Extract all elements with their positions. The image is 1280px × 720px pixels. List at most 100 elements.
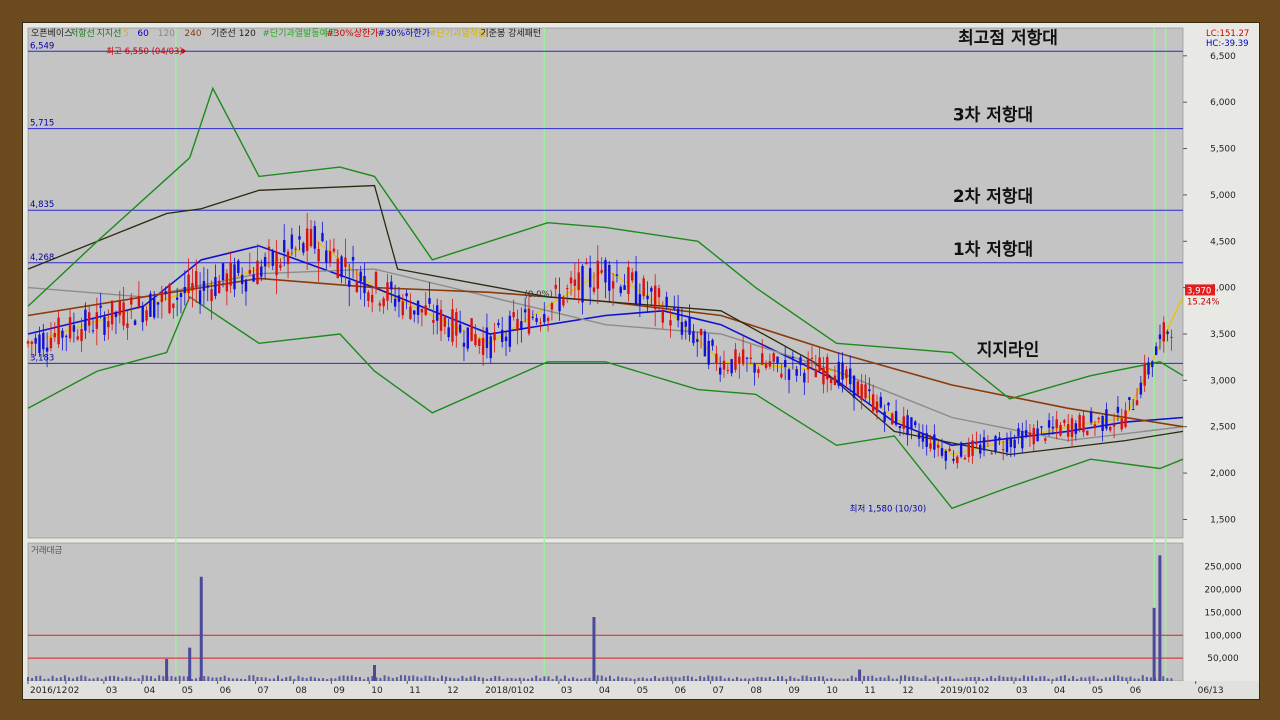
volume-bar xyxy=(895,678,898,681)
x-tick-label: 10 xyxy=(371,686,383,696)
candle-body xyxy=(225,273,229,292)
volume-bar xyxy=(1125,677,1128,681)
x-tick-label: 09 xyxy=(788,686,800,696)
volume-bar xyxy=(117,676,120,681)
volume-bar xyxy=(404,675,407,681)
candle-body xyxy=(646,295,649,300)
volume-spike xyxy=(199,576,203,681)
volume-bar xyxy=(920,678,923,681)
candle-body xyxy=(244,279,248,292)
candle-body xyxy=(523,309,527,313)
candle-body xyxy=(1120,418,1123,430)
candle-body xyxy=(210,289,213,302)
candle-body xyxy=(53,333,56,338)
volume-bar xyxy=(424,675,427,681)
level-label: 4,268 xyxy=(30,253,54,263)
volume-bar xyxy=(367,677,370,681)
candle-body xyxy=(535,318,538,322)
volume-bar xyxy=(1059,675,1062,681)
level-annotation: 3차 저항대 xyxy=(953,105,1033,126)
candle-body xyxy=(1109,427,1112,431)
legend-item: 저항선 xyxy=(70,28,95,39)
volume-bar xyxy=(383,675,386,681)
candle-body xyxy=(707,340,710,365)
volume-bar xyxy=(797,678,800,681)
volume-bar xyxy=(289,676,292,681)
candle-body xyxy=(1013,439,1016,449)
candle-body xyxy=(600,270,603,273)
candle-body xyxy=(432,319,435,323)
candle-body xyxy=(520,321,523,331)
volume-bar xyxy=(129,676,132,681)
candle-body xyxy=(516,318,519,331)
candle-body xyxy=(718,367,722,375)
candle-body xyxy=(661,311,665,323)
candle-body xyxy=(543,314,546,323)
candle-body xyxy=(156,302,160,305)
candle-body xyxy=(604,260,607,283)
candle-body xyxy=(485,327,489,349)
volume-bar xyxy=(121,678,124,681)
x-tick-label: 04 xyxy=(144,686,156,696)
candle-body xyxy=(153,298,156,318)
x-tick-label: 02 xyxy=(978,686,989,696)
candle-body xyxy=(1086,430,1089,436)
candle-body xyxy=(906,415,909,436)
volume-bar xyxy=(461,675,464,681)
volume-bar xyxy=(822,676,825,681)
volume-bar xyxy=(301,677,304,681)
volume-bar xyxy=(682,676,685,681)
candle-body xyxy=(684,321,687,327)
volume-bar xyxy=(436,678,439,681)
candle-body xyxy=(1154,346,1158,355)
y-tick-label: 3,000 xyxy=(1210,376,1236,386)
stock-chart[interactable]: 오픈베이스저항선 지지선 5 60 120 240 기준선 120 #단기과열발동예고#30%… xyxy=(23,23,1259,699)
candle-body xyxy=(428,298,431,304)
candle-body xyxy=(741,349,745,365)
volume-bar xyxy=(256,676,259,681)
volume-bar xyxy=(654,676,657,681)
x-tick-label: 07 xyxy=(258,686,269,696)
candle-body xyxy=(248,269,252,274)
candle-body xyxy=(1158,334,1162,340)
volume-bar xyxy=(1145,676,1148,681)
candle-body xyxy=(914,421,917,426)
candle-body xyxy=(917,433,921,439)
volume-bar xyxy=(772,679,775,681)
volume-bar xyxy=(756,676,759,681)
candle-body xyxy=(1078,415,1081,429)
volume-bar xyxy=(190,678,193,681)
volume-bar xyxy=(162,676,165,681)
volume-bar xyxy=(92,678,95,681)
candle-body xyxy=(539,322,542,324)
candle-body xyxy=(363,276,366,294)
candle-body xyxy=(65,335,68,337)
volume-bar xyxy=(1166,678,1169,681)
candle-body xyxy=(799,357,802,366)
candle-body xyxy=(627,267,630,295)
y-tick-label: 6,500 xyxy=(1210,52,1236,62)
x-tick-label: 04 xyxy=(599,686,611,696)
candle-body xyxy=(1063,420,1066,423)
candle-body xyxy=(959,442,963,457)
volume-bar xyxy=(953,678,956,681)
candle-body xyxy=(1139,382,1143,395)
volume-bar xyxy=(149,676,152,681)
volume-bar xyxy=(645,678,648,681)
volume-bar xyxy=(293,678,296,681)
candle-body xyxy=(336,258,339,279)
volume-bar xyxy=(764,677,767,681)
candle-body xyxy=(1147,362,1150,375)
volume-bar xyxy=(490,677,493,681)
candle-body xyxy=(466,327,469,349)
level-annotation: 지지라인 xyxy=(977,340,1040,360)
candle-body xyxy=(61,330,64,338)
candle-body xyxy=(474,334,477,346)
volume-bar xyxy=(342,675,345,681)
candle-body xyxy=(508,315,512,347)
volume-bar xyxy=(39,675,42,681)
volume-bar xyxy=(789,676,792,681)
volume-spike xyxy=(1152,607,1156,681)
candle-body xyxy=(726,369,730,371)
volume-bar xyxy=(867,675,870,681)
